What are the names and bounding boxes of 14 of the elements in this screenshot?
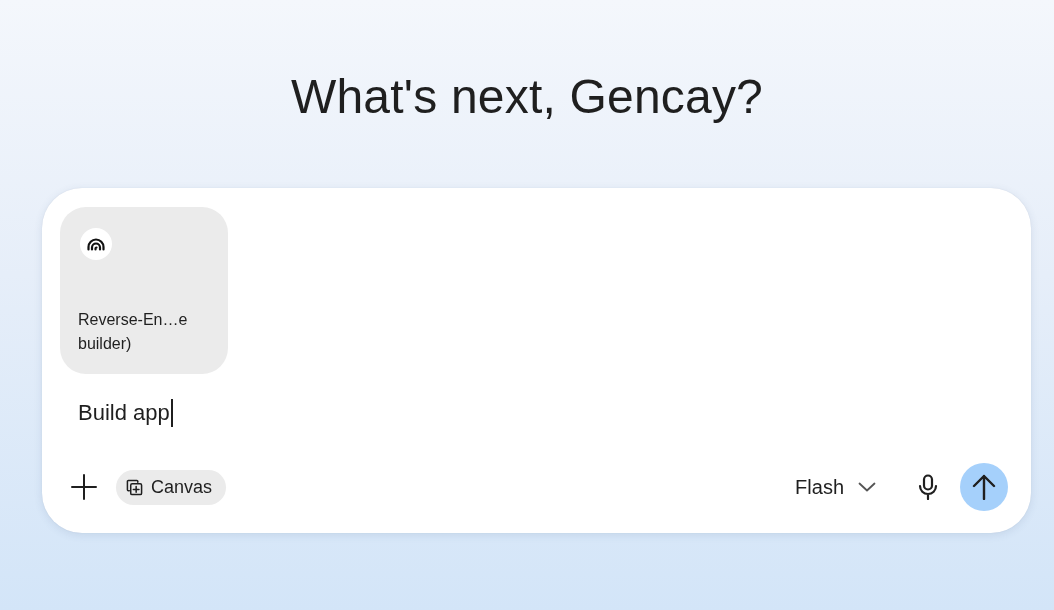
attachment-tile[interactable]: Reverse-En…e builder) xyxy=(60,207,228,374)
microphone-icon xyxy=(918,474,938,500)
add-button[interactable] xyxy=(68,471,100,503)
prompt-field[interactable]: Build app xyxy=(78,395,1008,431)
plus-icon xyxy=(71,474,97,500)
chevron-down-icon xyxy=(858,482,876,492)
canvas-chip[interactable]: Canvas xyxy=(116,469,227,505)
model-selector[interactable]: Flash xyxy=(787,469,884,505)
arcs-icon xyxy=(80,228,112,260)
attachment-name: Reverse-En…e builder) xyxy=(78,310,189,354)
stacked-squares-icon xyxy=(126,478,143,496)
send-button[interactable] xyxy=(960,463,1008,511)
arrow-up-icon xyxy=(972,474,996,500)
greeting-heading: What's next, Gencay? xyxy=(290,69,763,125)
